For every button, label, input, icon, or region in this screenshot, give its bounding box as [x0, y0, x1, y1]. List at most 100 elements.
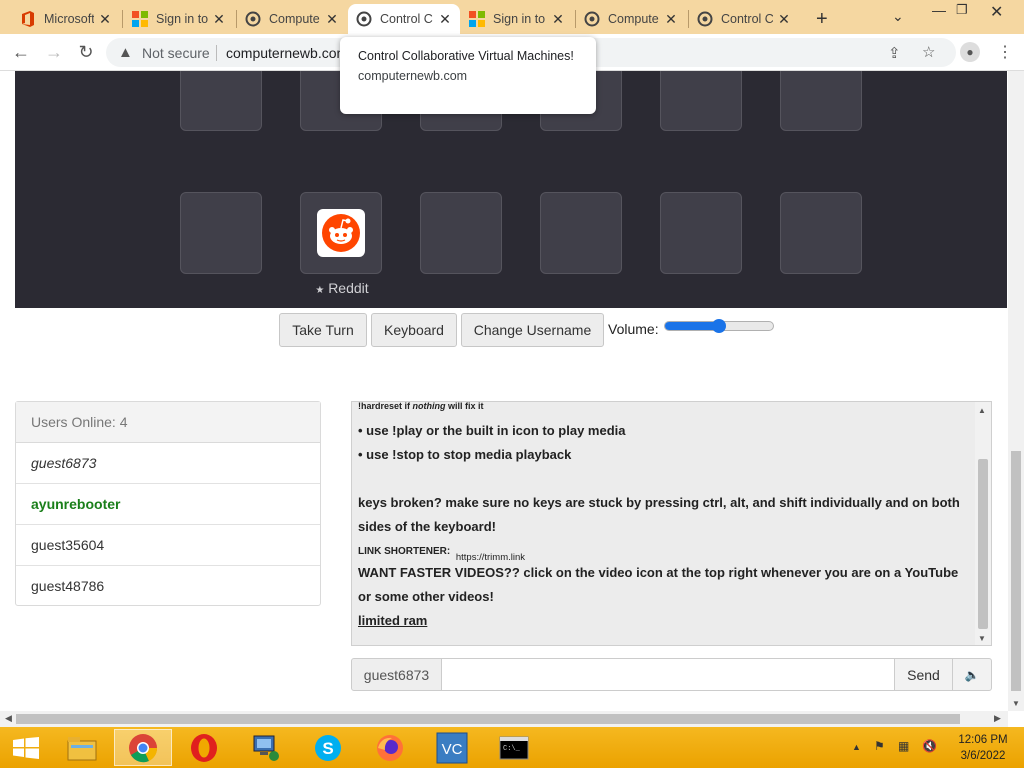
restore-icon[interactable]: ❐	[956, 2, 968, 18]
chat-line: WANT FASTER VIDEOS?? click on the video …	[358, 565, 959, 604]
security-label[interactable]: Not secure	[142, 45, 210, 61]
action-center-flag-icon[interactable]: ⚑	[874, 739, 885, 753]
chat-line: • use !stop to stop media playback	[358, 447, 572, 462]
send-button[interactable]: Send	[894, 658, 953, 691]
chat-line: keys broken? make sure no keys are stuck…	[358, 495, 960, 534]
menu-kebab-icon[interactable]: ⋮	[997, 42, 1013, 62]
svg-text:C:\_: C:\_	[503, 745, 521, 753]
microsoft-icon	[132, 11, 148, 27]
volume-slider[interactable]	[664, 319, 774, 333]
chrome-taskbar-icon[interactable]	[114, 729, 172, 766]
reload-icon[interactable]: ↻	[75, 42, 97, 63]
opera-icon[interactable]	[178, 729, 230, 766]
cvm-icon	[584, 11, 600, 27]
desktop-icon-tile[interactable]	[420, 192, 502, 274]
window-close-icon[interactable]: ✕	[990, 2, 1003, 22]
firefox-icon[interactable]	[364, 729, 416, 766]
tab-control-2[interactable]: Control C ✕	[689, 4, 799, 34]
volume-muted-icon[interactable]: 🔇	[922, 739, 937, 753]
share-icon[interactable]: ⇪	[888, 44, 901, 62]
close-icon[interactable]: ✕	[551, 11, 565, 28]
scroll-up-arrow-icon[interactable]: ▲	[978, 406, 986, 415]
users-online-panel: Users Online: 4 guest6873 ayunrebooter g…	[15, 401, 321, 606]
volume-label: Volume:	[608, 321, 659, 337]
link-shortener-url[interactable]: https://trimm.link	[456, 552, 525, 563]
chat-input-bar: guest6873 Send 🔈	[351, 658, 992, 691]
chat-line-link[interactable]: limited ram	[358, 609, 968, 633]
scroll-down-arrow-icon[interactable]: ▼	[978, 634, 986, 643]
close-icon[interactable]: ✕	[212, 11, 226, 28]
voice-button[interactable]: 🔈	[952, 658, 992, 691]
bookmark-star-icon[interactable]: ☆	[922, 43, 935, 61]
warning-triangle-icon[interactable]: ▲	[118, 44, 133, 61]
desktop-icon-tile[interactable]	[180, 192, 262, 274]
chat-scrollbar-thumb[interactable]	[978, 459, 988, 629]
keyboard-button[interactable]: Keyboard	[371, 313, 457, 347]
back-arrow-icon[interactable]: ←	[10, 42, 32, 63]
page-vertical-scrollbar-thumb[interactable]	[1011, 451, 1021, 691]
desktop-icon-tile[interactable]	[780, 71, 862, 131]
desktop-icon-tile[interactable]	[540, 192, 622, 274]
chat-messages: !hardreset if nothing will fix it • use …	[358, 402, 968, 633]
windows-taskbar: S VC C:\_ ▲ ⚑ ▦ 🔇 12:06 PM 3/6/2022	[0, 727, 1024, 768]
desktop-icon-tile[interactable]	[660, 192, 742, 274]
vscode-icon[interactable]: VC	[426, 729, 478, 766]
user-list-item[interactable]: guest35604	[16, 525, 320, 566]
close-icon[interactable]: ✕	[777, 11, 791, 28]
user-list-item[interactable]: guest48786	[16, 566, 320, 607]
profile-avatar-icon[interactable]: ●	[960, 42, 980, 62]
tab-sign-in-2[interactable]: Sign in to ✕	[461, 4, 573, 34]
volume-slider-fill	[665, 322, 719, 330]
chat-message-input[interactable]	[441, 658, 895, 691]
tab-hover-tooltip: Control Collaborative Virtual Machines! …	[340, 37, 596, 114]
reddit-shortcut[interactable]	[301, 193, 381, 273]
tab-microsoft[interactable]: Microsoft ✕	[12, 4, 120, 34]
show-hidden-icons-chevron-up-icon[interactable]: ▲	[852, 742, 861, 752]
volume-slider-thumb[interactable]	[712, 319, 726, 333]
chat-scrollbar[interactable]: ▲ ▼	[975, 402, 991, 645]
tab-divider	[122, 10, 123, 28]
skype-icon[interactable]: S	[302, 729, 354, 766]
tab-computernewb[interactable]: Compute ✕	[237, 4, 347, 34]
page-vertical-scrollbar[interactable]: ▼	[1008, 71, 1024, 711]
command-prompt-icon[interactable]: C:\_	[488, 729, 540, 766]
take-turn-button[interactable]: Take Turn	[279, 313, 367, 347]
user-list-item[interactable]: ayunrebooter	[16, 484, 320, 525]
minimize-icon[interactable]: —	[932, 2, 946, 18]
chat-username-label[interactable]: guest6873	[351, 658, 442, 691]
network-icon[interactable]: ▦	[898, 739, 909, 753]
clock-date: 3/6/2022	[960, 750, 1006, 762]
close-icon[interactable]: ✕	[98, 11, 112, 28]
scroll-right-arrow-icon[interactable]: ▶	[994, 713, 1001, 724]
desktop-icon-tile[interactable]	[660, 71, 742, 131]
tab-search-chevron-down-icon[interactable]: ⌄	[892, 8, 904, 25]
file-explorer-icon[interactable]	[56, 729, 108, 766]
scroll-left-arrow-icon[interactable]: ◀	[5, 713, 12, 724]
change-username-button[interactable]: Change Username	[461, 313, 604, 347]
chat-log[interactable]: !hardreset if nothing will fix it • use …	[351, 401, 992, 646]
page-horizontal-scrollbar[interactable]: ◀ ▶	[0, 711, 1008, 727]
windows-logo-icon	[13, 736, 39, 759]
start-button[interactable]	[0, 729, 52, 766]
tab-computernewb-2[interactable]: Compute ✕	[576, 4, 686, 34]
close-icon[interactable]: ✕	[664, 11, 678, 28]
cvm-icon	[245, 11, 261, 27]
chat-line: !hardreset if nothing will fix it	[358, 401, 484, 411]
network-computer-icon[interactable]	[240, 729, 292, 766]
close-icon[interactable]: ✕	[325, 11, 339, 28]
desktop-icon-tile[interactable]	[180, 71, 262, 131]
forward-arrow-icon[interactable]: →	[43, 42, 65, 63]
tab-sign-in[interactable]: Sign in to ✕	[124, 4, 234, 34]
tab-control-active[interactable]: Control C ✕	[348, 4, 460, 34]
url-text[interactable]: computernewb.com	[226, 45, 348, 61]
new-tab-button[interactable]: +	[808, 4, 836, 34]
desktop-icon-tile[interactable]	[780, 192, 862, 274]
desktop-icon-label[interactable]: ★ Reddit	[297, 280, 387, 296]
scroll-down-arrow-icon[interactable]: ▼	[1012, 699, 1020, 708]
close-icon[interactable]: ✕	[438, 11, 452, 28]
omnibox-divider	[216, 45, 217, 61]
page-horizontal-scrollbar-thumb[interactable]	[16, 714, 960, 724]
user-list-item[interactable]: guest6873	[16, 443, 320, 484]
speaker-icon: 🔈	[964, 667, 980, 682]
system-clock[interactable]: 12:06 PM 3/6/2022	[950, 732, 1016, 764]
